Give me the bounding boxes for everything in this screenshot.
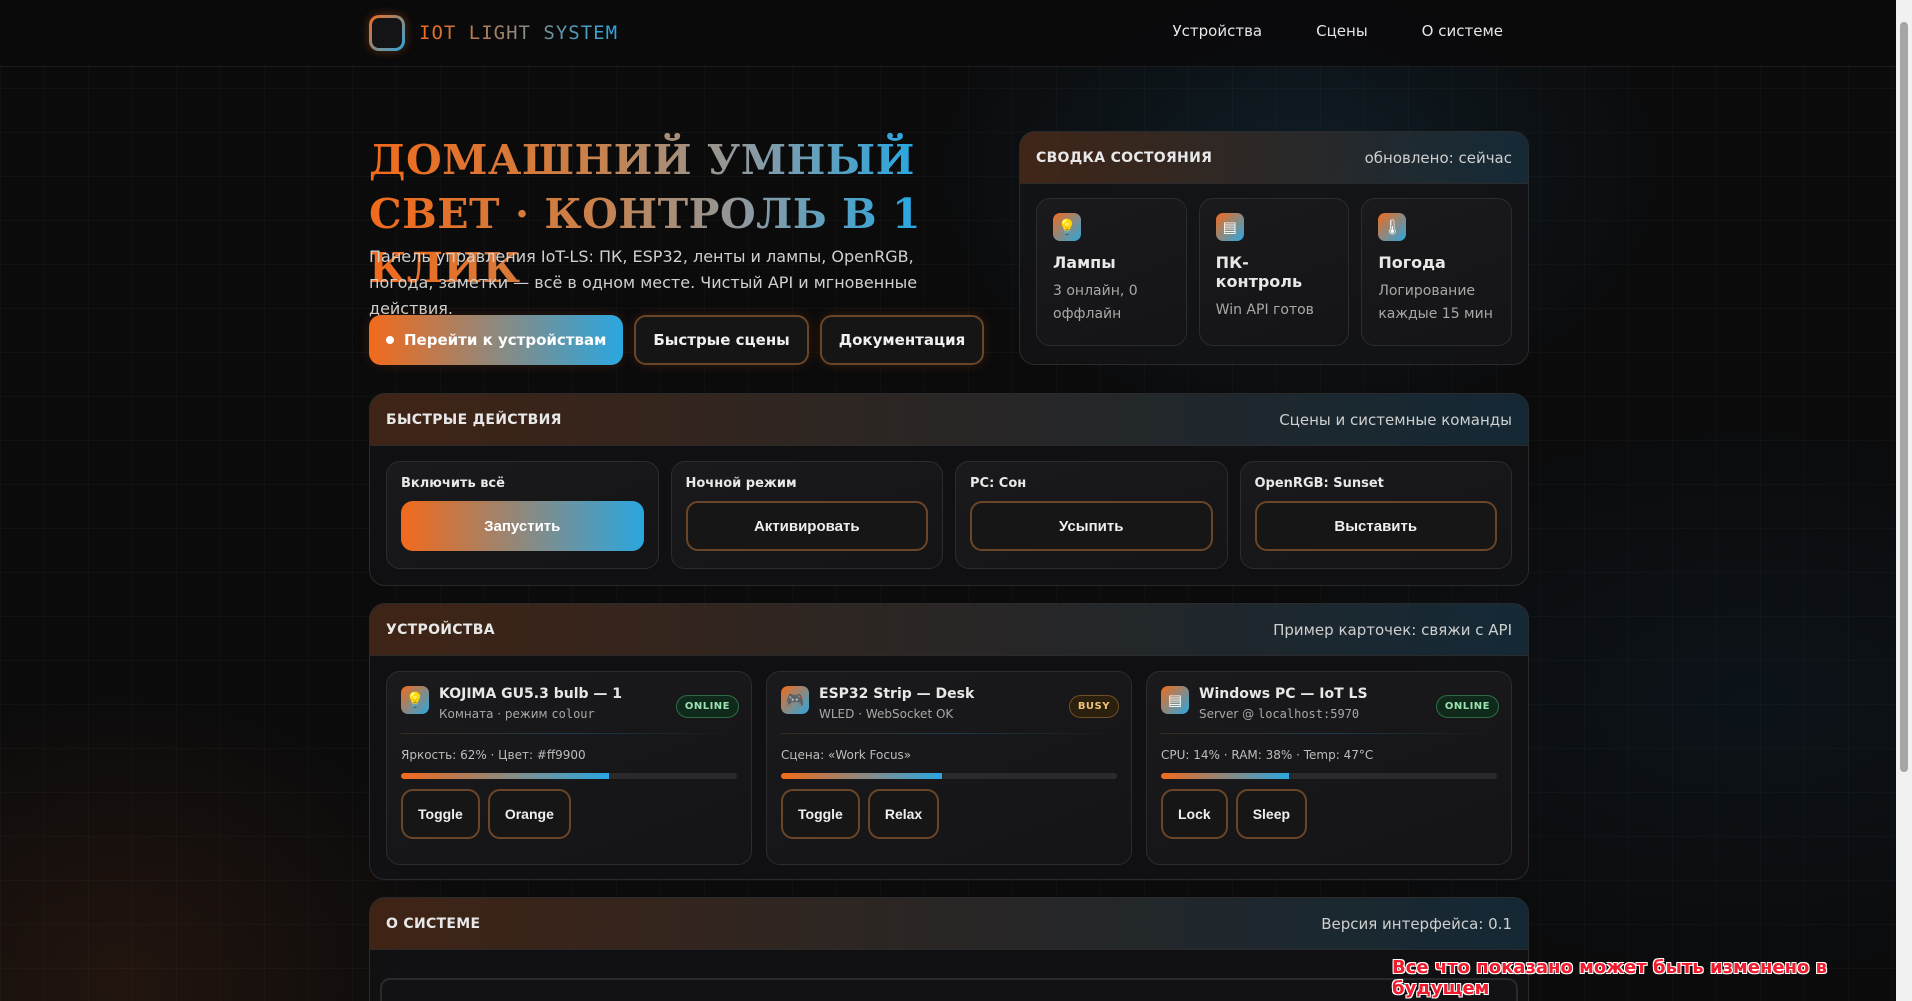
device-subtitle: Server @ localhost:5970 bbox=[1199, 707, 1360, 721]
quick-actions-title: БЫСТРЫЕ ДЕЙСТВИЯ bbox=[386, 411, 562, 428]
run-button[interactable]: Запустить bbox=[401, 501, 644, 551]
lightbulb-icon: 💡 bbox=[401, 686, 429, 714]
page-scrollbar[interactable] bbox=[1896, 0, 1912, 1001]
device-subtitle: WLED · WebSocket OK bbox=[819, 707, 954, 721]
divider bbox=[401, 733, 737, 734]
brightness-bar bbox=[401, 773, 737, 779]
about-header: О СИСТЕМЕ Версия интерфейса: 0.1 bbox=[370, 898, 1528, 950]
sleep-button[interactable]: Sleep bbox=[1235, 789, 1308, 839]
summary-card-name: Лампы bbox=[1053, 253, 1116, 272]
interface-version: Версия интерфейса: 0.1 bbox=[1321, 914, 1512, 933]
dot-icon bbox=[386, 336, 394, 344]
status-badge: ONLINE bbox=[1435, 695, 1499, 718]
status-updated: обновлено: сейчас bbox=[1364, 148, 1512, 167]
divider bbox=[1161, 733, 1497, 734]
device-name: Windows PC — IoT LS bbox=[1199, 686, 1368, 702]
activate-button[interactable]: Активировать bbox=[685, 501, 928, 551]
quick-action-cards: Включить всё Запустить Ночной режим Акти… bbox=[370, 446, 1528, 584]
devices-panel: УСТРОЙСТВА Пример карточек: свяжи с API … bbox=[369, 603, 1529, 880]
main-nav: Устройства Сцены О системе bbox=[1173, 22, 1503, 40]
scrollbar-thumb[interactable] bbox=[1900, 22, 1908, 772]
thermometer-icon: 🌡 bbox=[1378, 213, 1407, 241]
device-meta: CPU: 14% · RAM: 38% · Temp: 47°C bbox=[1161, 748, 1374, 762]
quick-action-pc-sleep: PC: Сон Усыпить bbox=[955, 461, 1228, 569]
about-panel: О СИСТЕМЕ Версия интерфейса: 0.1 bbox=[369, 897, 1529, 1001]
devices-subtitle: Пример карточек: свяжи с API bbox=[1273, 620, 1512, 639]
status-badge: ONLINE bbox=[675, 695, 739, 718]
hero-buttons: Перейти к устройствам Быстрые сцены Доку… bbox=[369, 315, 985, 365]
summary-card-weather: 🌡 Погода Логирование каждые 15 мин bbox=[1361, 198, 1513, 346]
monitor-icon: ▤ bbox=[1161, 686, 1189, 714]
hero-description: Панель управления IoT-LS: ПК, ESP32, лен… bbox=[369, 247, 918, 318]
progress-fill bbox=[781, 773, 943, 779]
device-card-pc: ▤ Windows PC — IoT LS Server @ localhost… bbox=[1146, 671, 1512, 865]
quick-scenes-button[interactable]: Быстрые сцены bbox=[634, 315, 809, 365]
resource-bar bbox=[1161, 773, 1497, 779]
documentation-button[interactable]: Документация bbox=[819, 315, 985, 365]
quick-action-name: OpenRGB: Sunset bbox=[1254, 476, 1384, 491]
toggle-button[interactable]: Toggle bbox=[781, 789, 860, 839]
status-summary-title: СВОДКА СОСТОЯНИЯ bbox=[1036, 149, 1213, 166]
device-meta: Сцена: «Work Focus» bbox=[781, 748, 912, 762]
sleep-pc-button[interactable]: Усыпить bbox=[970, 501, 1213, 551]
device-card-bulb: 💡 KOJIMA GU5.3 bulb — 1 Комната · режим … bbox=[386, 671, 752, 865]
summary-card-pc: ▤ ПК-контроль Win API готов bbox=[1198, 198, 1350, 346]
divider bbox=[781, 733, 1117, 734]
quick-action-name: Включить всё bbox=[401, 476, 505, 491]
toggle-button[interactable]: Toggle bbox=[401, 789, 480, 839]
quick-action-name: PC: Сон bbox=[970, 476, 1027, 491]
nav-about[interactable]: О системе bbox=[1422, 22, 1503, 40]
device-subtitle: Комната · режим colour bbox=[439, 707, 595, 721]
summary-card-desc: Win API готов bbox=[1215, 302, 1314, 318]
nav-devices[interactable]: Устройства bbox=[1173, 22, 1263, 40]
relax-button[interactable]: Relax bbox=[867, 789, 940, 839]
brand-logo[interactable]: IOT LIGHT SYSTEM bbox=[369, 15, 618, 51]
go-to-devices-label: Перейти к устройствам bbox=[404, 331, 607, 349]
monitor-icon: ▤ bbox=[1215, 213, 1244, 241]
logo-icon bbox=[369, 15, 405, 51]
summary-card-desc: Логирование каждые 15 мин bbox=[1378, 283, 1493, 322]
lightbulb-icon: 💡 bbox=[1053, 213, 1081, 241]
quick-actions-subtitle: Сцены и системные команды bbox=[1279, 410, 1512, 429]
devices-header: УСТРОЙСТВА Пример карточек: свяжи с API bbox=[370, 604, 1528, 656]
summary-card-desc: 3 онлайн, 0 оффлайн bbox=[1053, 283, 1138, 322]
quick-action-openrgb-sunset: OpenRGB: Sunset Выставить bbox=[1239, 461, 1512, 569]
about-title: О СИСТЕМЕ bbox=[386, 915, 481, 932]
joystick-icon: 🎮 bbox=[781, 686, 809, 714]
quick-action-night-mode: Ночной режим Активировать bbox=[670, 461, 943, 569]
status-summary-panel: СВОДКА СОСТОЯНИЯ обновлено: сейчас 💡 Лам… bbox=[1019, 131, 1529, 365]
quick-actions-header: БЫСТРЫЕ ДЕЙСТВИЯ Сцены и системные коман… bbox=[370, 394, 1528, 446]
device-cards: 💡 KOJIMA GU5.3 bulb — 1 Комната · режим … bbox=[370, 656, 1528, 879]
status-summary-header: СВОДКА СОСТОЯНИЯ обновлено: сейчас bbox=[1020, 132, 1528, 184]
nav-scenes[interactable]: Сцены bbox=[1316, 22, 1368, 40]
go-to-devices-button[interactable]: Перейти к устройствам bbox=[369, 315, 624, 365]
apply-button[interactable]: Выставить bbox=[1254, 501, 1497, 551]
summary-card-name: Погода bbox=[1378, 253, 1446, 272]
device-name: KOJIMA GU5.3 bulb — 1 bbox=[439, 686, 623, 702]
scene-bar bbox=[781, 773, 1117, 779]
summary-cards: 💡 Лампы 3 онлайн, 0 оффлайн ▤ ПК-контрол… bbox=[1020, 184, 1528, 360]
quick-action-turn-on-all: Включить всё Запустить bbox=[386, 461, 659, 569]
devices-title: УСТРОЙСТВА bbox=[386, 621, 495, 638]
summary-card-name: ПК-контроль bbox=[1215, 253, 1303, 291]
lock-button[interactable]: Lock bbox=[1161, 789, 1228, 839]
progress-fill bbox=[401, 773, 610, 779]
device-card-esp32: 🎮 ESP32 Strip — Desk WLED · WebSocket OK… bbox=[766, 671, 1132, 865]
quick-actions-panel: БЫСТРЫЕ ДЕЙСТВИЯ Сцены и системные коман… bbox=[369, 393, 1529, 586]
device-name: ESP32 Strip — Desk bbox=[819, 686, 975, 702]
top-bar: IOT LIGHT SYSTEM Устройства Сцены О сист… bbox=[0, 0, 1896, 67]
status-badge: BUSY bbox=[1068, 695, 1119, 718]
quick-action-name: Ночной режим bbox=[685, 476, 797, 491]
progress-fill bbox=[1161, 773, 1289, 779]
brand-name: IOT LIGHT SYSTEM bbox=[419, 22, 619, 44]
summary-card-lamps: 💡 Лампы 3 онлайн, 0 оффлайн bbox=[1036, 198, 1187, 346]
device-meta: Яркость: 62% · Цвет: #ff9900 bbox=[401, 748, 586, 762]
about-content bbox=[380, 978, 1518, 1001]
watermark-notice: Все что показано может быть изменено в б… bbox=[1392, 957, 1828, 999]
orange-button[interactable]: Orange bbox=[487, 789, 571, 839]
